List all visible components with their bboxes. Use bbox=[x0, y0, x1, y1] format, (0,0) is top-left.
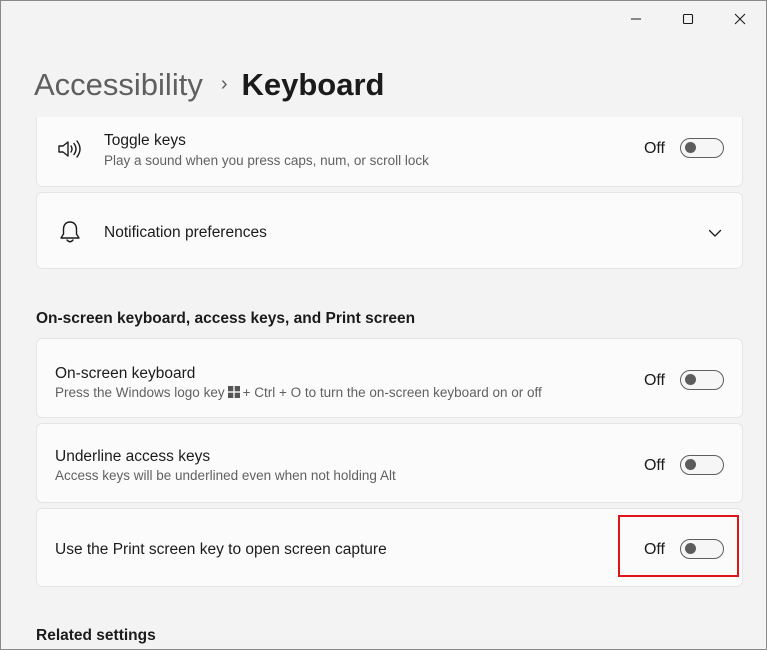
toggle-knob bbox=[685, 459, 696, 470]
settings-window: Accessibility › Keyboard Toggle keys Pla… bbox=[0, 0, 767, 650]
setting-underline-access-keys[interactable]: Underline access keys Access keys will b… bbox=[36, 423, 743, 503]
setting-description: Play a sound when you press caps, num, o… bbox=[104, 153, 429, 168]
description-part: + Ctrl + O to turn the on-screen keyboar… bbox=[242, 385, 542, 400]
toggle-knob bbox=[685, 142, 696, 153]
toggle-state-label: Off bbox=[643, 140, 665, 157]
toggle-knob bbox=[685, 374, 696, 385]
close-button[interactable] bbox=[714, 1, 766, 37]
speaker-icon bbox=[57, 139, 83, 164]
setting-description: Press the Windows logo key + Ctrl + O to … bbox=[55, 385, 542, 400]
close-icon bbox=[734, 13, 746, 25]
description-part: Press the Windows logo key bbox=[55, 385, 225, 400]
minimize-button[interactable] bbox=[610, 1, 662, 37]
setting-title: Toggle keys bbox=[104, 132, 186, 149]
setting-description: Access keys will be underlined even when… bbox=[55, 468, 396, 483]
minimize-icon bbox=[631, 18, 641, 20]
breadcrumb: Accessibility › Keyboard bbox=[34, 67, 384, 103]
setting-title: Notification preferences bbox=[104, 224, 267, 241]
caption-buttons bbox=[610, 1, 766, 37]
setting-onscreen-keyboard[interactable]: On-screen keyboard Press the Windows log… bbox=[36, 338, 743, 418]
breadcrumb-parent-link[interactable]: Accessibility bbox=[34, 67, 203, 103]
section-heading-onscreen: On-screen keyboard, access keys, and Pri… bbox=[36, 310, 416, 327]
windows-logo-icon bbox=[227, 386, 240, 398]
onscreen-keyboard-switch[interactable] bbox=[680, 370, 724, 390]
chevron-down-icon[interactable] bbox=[708, 225, 722, 243]
toggle-state-label: Off bbox=[643, 457, 665, 474]
toggle-state-label: Off bbox=[643, 372, 665, 389]
setting-notification-preferences[interactable]: Notification preferences bbox=[36, 192, 743, 269]
setting-title: Underline access keys bbox=[55, 448, 211, 465]
setting-title: Use the Print screen key to open screen … bbox=[55, 541, 387, 558]
bell-icon bbox=[59, 220, 81, 249]
underline-access-keys-switch[interactable] bbox=[680, 455, 724, 475]
maximize-icon bbox=[682, 13, 694, 25]
setting-toggle-keys[interactable]: Toggle keys Play a sound when you press … bbox=[36, 117, 743, 187]
setting-title: On-screen keyboard bbox=[55, 365, 196, 382]
toggle-keys-switch[interactable] bbox=[680, 138, 724, 158]
highlight-box bbox=[618, 515, 739, 577]
breadcrumb-separator: › bbox=[220, 72, 228, 95]
page-title: Keyboard bbox=[241, 67, 385, 102]
maximize-button[interactable] bbox=[662, 1, 714, 37]
section-heading-related: Related settings bbox=[36, 627, 156, 644]
